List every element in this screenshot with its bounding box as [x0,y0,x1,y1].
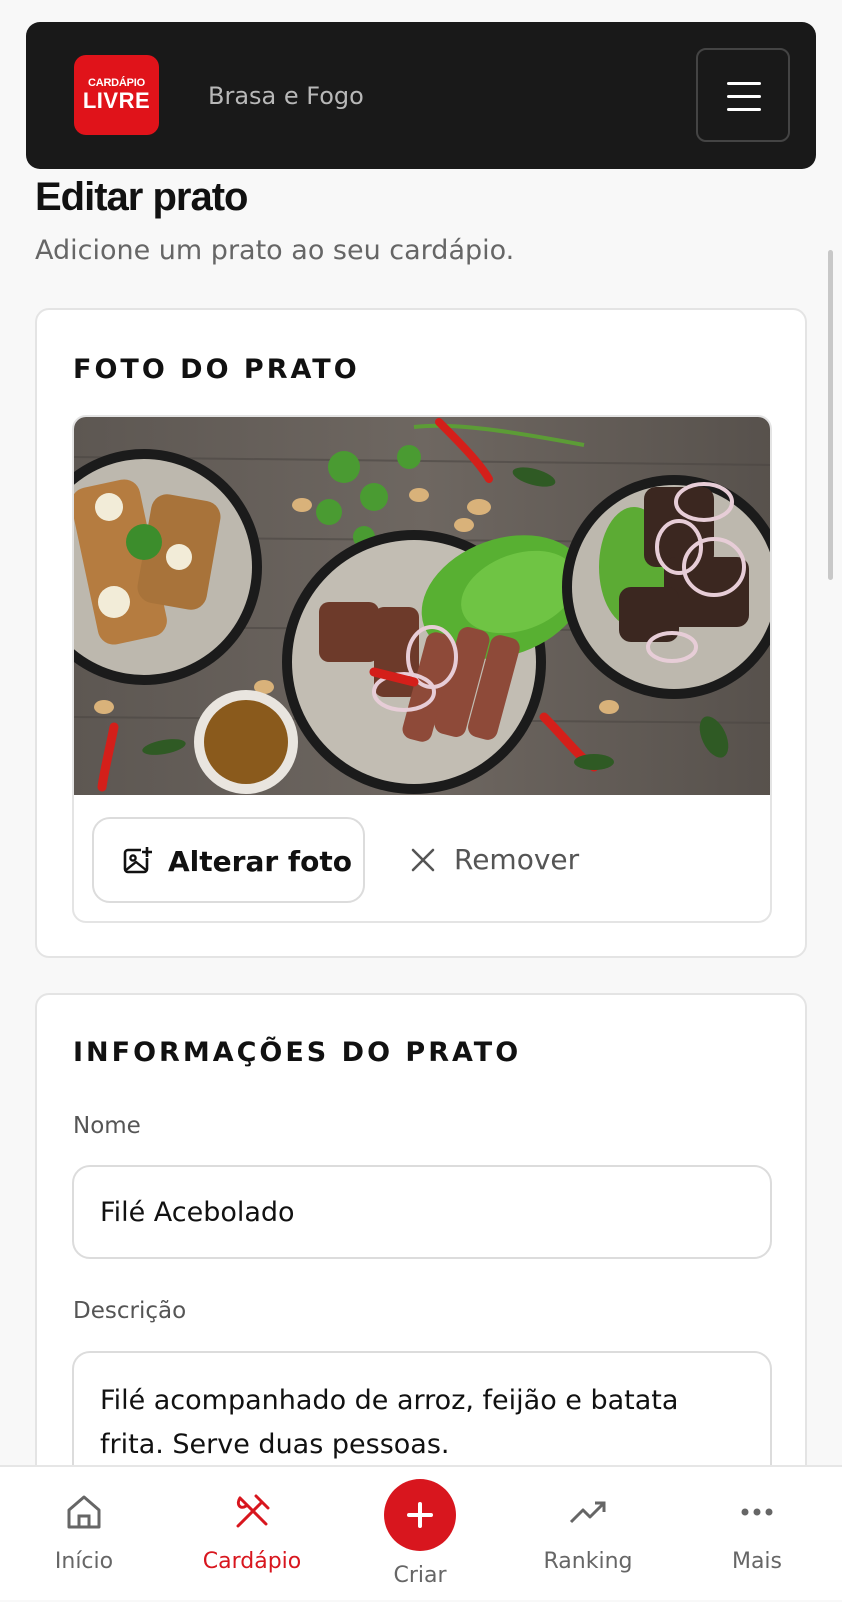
hamburger-menu-button[interactable] [696,48,790,142]
nav-label-cardapio: Cardápio [202,1549,302,1574]
dish-info-card: INFORMAÇÕES DO PRATO Nome Filé Acebolado… [35,993,807,1531]
nav-item-ranking[interactable]: Ranking [508,1467,668,1602]
page-title: Editar prato [35,175,248,219]
dish-photo [74,417,770,795]
photo-card-title: FOTO DO PRATO [73,354,360,385]
remove-photo-label: Remover [454,843,580,876]
nav-label-mais: Mais [731,1549,783,1574]
photo-container: Alterar foto Remover [72,415,772,923]
nav-label-ranking: Ranking [543,1549,633,1574]
nav-item-inicio[interactable]: Início [4,1467,164,1602]
create-plus-button[interactable] [384,1479,456,1551]
trending-up-icon [569,1501,606,1524]
nav-item-mais[interactable]: Mais [677,1467,837,1602]
scrollbar[interactable] [828,250,833,580]
brand-logo[interactable]: CARDÁPIO LIVRE [74,55,159,135]
description-label: Descrição [73,1298,187,1324]
home-icon [67,1495,101,1529]
top-header: CARDÁPIO LIVRE Brasa e Fogo [26,22,816,169]
nav-label-inicio: Início [54,1549,114,1574]
nav-label-criar: Criar [393,1563,447,1588]
dish-name-field[interactable]: Filé Acebolado [72,1165,772,1259]
page-subtitle: Adicione um prato ao seu cardápio. [35,235,515,266]
change-photo-label: Alterar foto [168,845,352,878]
image-plus-icon [123,846,153,874]
logo-line2: LIVRE [82,88,151,113]
fork-knife-icon [236,1494,270,1528]
remove-photo-button[interactable]: Remover [404,817,614,903]
photo-card: FOTO DO PRATO Alterar foto Remover [35,308,807,958]
hamburger-menu-icon [727,82,761,85]
change-photo-button[interactable]: Alterar foto [92,817,365,903]
bottom-navigation: Início Cardápio Criar Ranking Mais [0,1465,842,1600]
dish-info-card-title: INFORMAÇÕES DO PRATO [73,1037,522,1068]
more-horizontal-icon [741,1508,773,1516]
name-label: Nome [73,1113,141,1139]
close-icon [411,848,435,872]
restaurant-name: Brasa e Fogo [208,82,364,110]
nav-item-cardapio[interactable]: Cardápio [172,1467,332,1602]
